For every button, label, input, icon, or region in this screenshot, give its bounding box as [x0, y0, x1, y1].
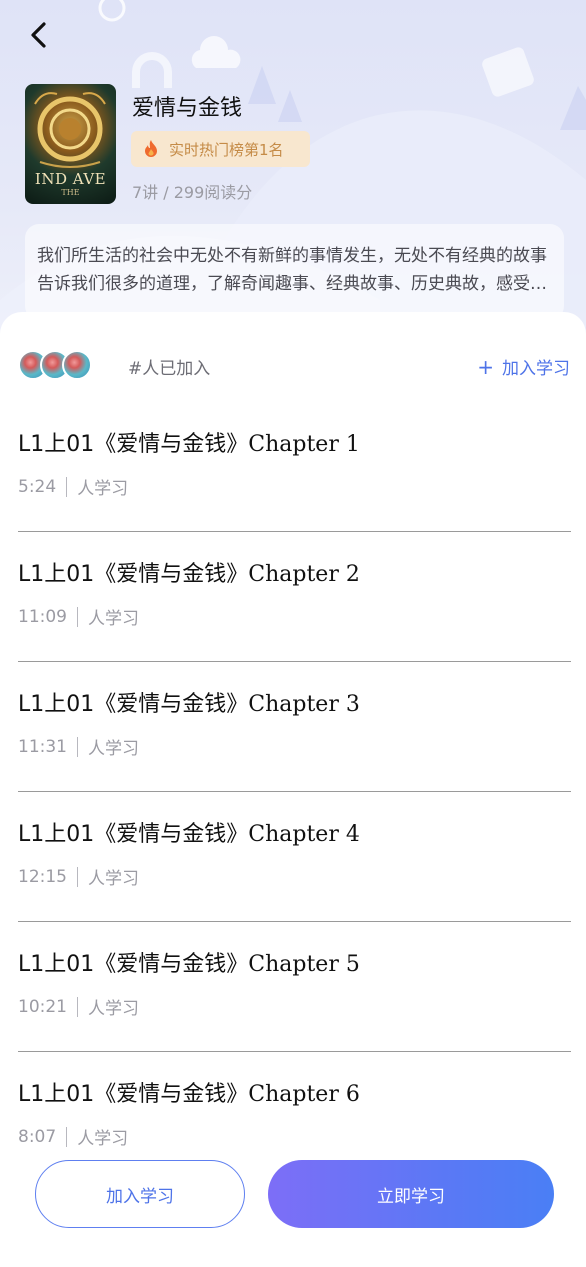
chapter-learners: 人学习 — [77, 479, 129, 499]
chapter-learners: 人学习 — [88, 869, 139, 889]
learners-row: #人已加入 + 加入学习 — [18, 348, 570, 382]
chapter-learners: 人学习 — [88, 609, 139, 629]
chapter-title: L1上01《爱情与金钱》Chapter 1 — [18, 432, 360, 457]
chapter-item[interactable]: L1上01《爱情与金钱》Chapter 3 11:31 人学习 — [18, 662, 571, 792]
start-study-button[interactable]: 立即学习 — [268, 1160, 554, 1228]
chapter-learners: 人学习 — [88, 999, 139, 1019]
join-study-label: 加入学习 — [502, 359, 570, 379]
chapter-title: L1上01《爱情与金钱》Chapter 5 — [18, 952, 360, 977]
join-study-button[interactable]: 加入学习 — [35, 1160, 245, 1228]
chapter-meta: 11:31 人学习 — [18, 734, 139, 759]
chapter-item[interactable]: L1上01《爱情与金钱》Chapter 2 11:09 人学习 — [18, 532, 571, 662]
rank-badge[interactable]: 实时热门榜第1名 — [131, 131, 310, 167]
cover-subtitle: THE — [61, 188, 80, 197]
chapter-duration: 5:24 — [18, 476, 57, 497]
chapter-learners: 人学习 — [88, 739, 139, 759]
join-study-link[interactable]: + 加入学习 — [477, 354, 570, 380]
chapter-meta: 10:21 人学习 — [18, 994, 139, 1019]
chapter-duration: 12:15 — [18, 866, 67, 887]
chapter-meta: 11:09 人学习 — [18, 604, 139, 629]
course-detail-page: IND AVE THE 爱情与金钱 实时热门榜第1名 7讲 / 299阅读分 我… — [0, 0, 586, 1267]
chapter-meta: 12:15 人学习 — [18, 864, 139, 889]
bottom-action-bar: 加入学习 立即学习 — [0, 1140, 586, 1267]
chevron-left-icon — [31, 22, 46, 48]
chapter-duration: 10:21 — [18, 996, 67, 1017]
cover-title: IND AVE — [34, 170, 107, 188]
fire-icon — [143, 139, 159, 159]
book-cover: IND AVE THE — [25, 84, 116, 204]
chapter-title: L1上01《爱情与金钱》Chapter 6 — [18, 1082, 360, 1107]
chapter-list: L1上01《爱情与金钱》Chapter 1 5:24 人学习 L1上01《爱情与金… — [18, 402, 571, 1182]
chapter-title: L1上01《爱情与金钱》Chapter 4 — [18, 822, 360, 847]
main-panel: #人已加入 + 加入学习 L1上01《爱情与金钱》Chapter 1 5:24 人… — [0, 312, 586, 1267]
learner-count: #人已加入 — [128, 359, 211, 379]
rank-label: 实时热门榜第1名 — [169, 140, 284, 159]
chapter-duration: 11:31 — [18, 736, 67, 757]
book-description: 我们所生活的社会中无处不有新鲜的事情发生，无处不有经典的故事告诉我们很多的道理，… — [37, 246, 547, 294]
avatar — [62, 350, 92, 380]
chapter-title: L1上01《爱情与金钱》Chapter 3 — [18, 692, 360, 717]
chapter-duration: 11:09 — [18, 606, 67, 627]
book-title: 爱情与金钱 — [132, 96, 243, 121]
chapter-item[interactable]: L1上01《爱情与金钱》Chapter 4 12:15 人学习 — [18, 792, 571, 922]
chapter-item[interactable]: L1上01《爱情与金钱》Chapter 1 5:24 人学习 — [18, 402, 571, 532]
description-box[interactable]: 我们所生活的社会中无处不有新鲜的事情发生，无处不有经典的故事告诉我们很多的道理，… — [25, 224, 564, 320]
plus-icon: + — [477, 354, 494, 379]
back-button[interactable] — [22, 18, 56, 52]
learner-avatars — [18, 348, 98, 382]
book-meta: 7讲 / 299阅读分 — [132, 183, 253, 202]
chapter-meta: 5:24 人学习 — [18, 474, 128, 499]
chapter-item[interactable]: L1上01《爱情与金钱》Chapter 5 10:21 人学习 — [18, 922, 571, 1052]
chapter-title: L1上01《爱情与金钱》Chapter 2 — [18, 562, 360, 587]
